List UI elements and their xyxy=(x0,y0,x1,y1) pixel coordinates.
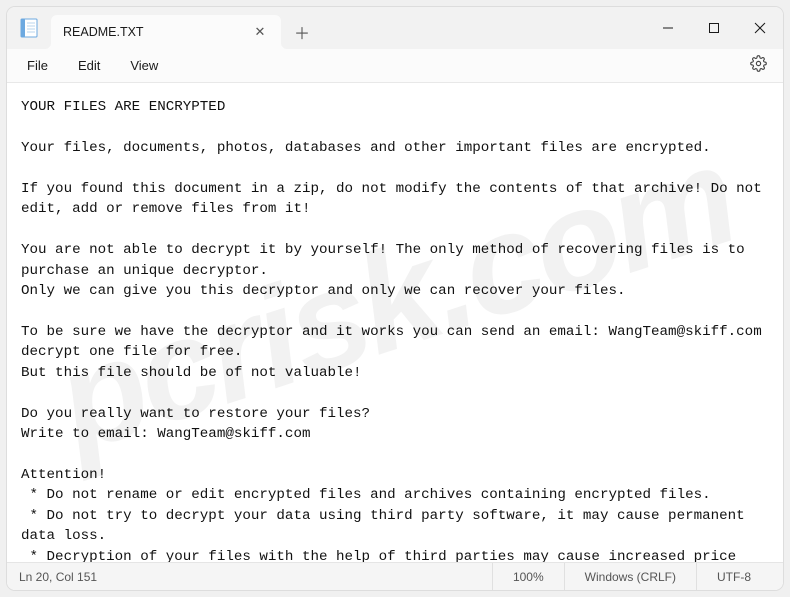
gear-icon xyxy=(750,59,767,76)
window-controls xyxy=(645,7,783,49)
cursor-position: Ln 20, Col 151 xyxy=(19,570,492,584)
line-ending[interactable]: Windows (CRLF) xyxy=(564,563,696,590)
text-content[interactable]: YOUR FILES ARE ENCRYPTED Your files, doc… xyxy=(7,83,783,562)
maximize-button[interactable] xyxy=(691,7,737,49)
notepad-window: README.TXT ✕ ＋ File Edit View xyxy=(7,7,783,590)
document-tab[interactable]: README.TXT ✕ xyxy=(51,15,281,49)
close-window-button[interactable] xyxy=(737,7,783,49)
notepad-icon xyxy=(19,18,39,38)
zoom-level[interactable]: 100% xyxy=(492,563,564,590)
close-tab-icon[interactable]: ✕ xyxy=(251,24,269,40)
menubar: File Edit View xyxy=(7,49,783,83)
titlebar: README.TXT ✕ ＋ xyxy=(7,7,783,49)
tab-title: README.TXT xyxy=(63,25,241,39)
minimize-button[interactable] xyxy=(645,7,691,49)
statusbar: Ln 20, Col 151 100% Windows (CRLF) UTF-8 xyxy=(7,562,783,590)
menu-edit[interactable]: Edit xyxy=(66,54,112,77)
encoding[interactable]: UTF-8 xyxy=(696,563,771,590)
menu-view[interactable]: View xyxy=(118,54,170,77)
menu-file[interactable]: File xyxy=(15,54,60,77)
new-tab-button[interactable]: ＋ xyxy=(285,15,319,49)
settings-button[interactable] xyxy=(742,51,775,81)
